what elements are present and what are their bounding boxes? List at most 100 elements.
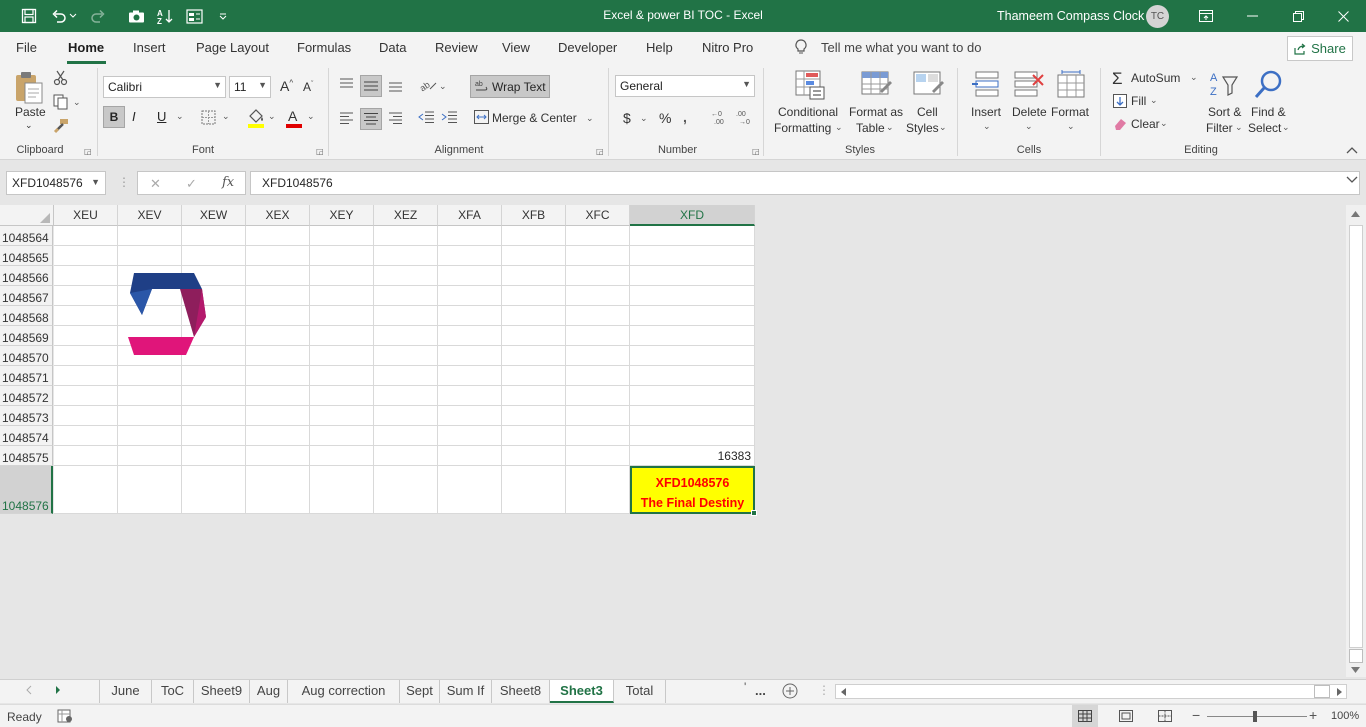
cell-xex1048565[interactable] (246, 246, 310, 266)
cell-xez1048569[interactable] (374, 326, 438, 346)
scroll-left-icon[interactable] (840, 687, 847, 697)
zoom-out-icon[interactable]: − (1192, 707, 1200, 723)
cell-xfa1048571[interactable] (438, 366, 502, 386)
cell-xfc1048568[interactable] (566, 306, 630, 326)
tab-review[interactable]: Review (435, 40, 478, 55)
number-format-box[interactable]: General ▼ (615, 75, 755, 97)
copy-icon[interactable] (53, 94, 69, 110)
cell-xey1048569[interactable] (310, 326, 374, 346)
cell-xfc1048573[interactable] (566, 406, 630, 426)
column-header-xfb[interactable]: XFB (502, 205, 566, 226)
borders-dropdown-icon[interactable]: ⌄ (222, 111, 230, 122)
decrease-decimal-icon[interactable]: .00 →0 (736, 109, 756, 125)
increase-decimal-icon[interactable]: ←0.00 (711, 109, 731, 125)
cell-xez1048576[interactable] (374, 466, 438, 514)
fill-color-icon[interactable] (247, 108, 265, 128)
cell-xeu1048575[interactable] (54, 446, 118, 466)
macro-record-icon[interactable] (57, 709, 73, 723)
comma-style-icon[interactable]: , (683, 109, 687, 125)
cell-xey1048573[interactable] (310, 406, 374, 426)
cell-xev1048573[interactable] (118, 406, 182, 426)
wrap-text-button[interactable]: ab Wrap Text (470, 75, 550, 98)
cell-xez1048564[interactable] (374, 226, 438, 246)
cell-xfd1048565[interactable] (630, 246, 755, 266)
insert-cells-icon[interactable] (972, 69, 1002, 101)
cell-xfb1048568[interactable] (502, 306, 566, 326)
cell-xew1048571[interactable] (182, 366, 246, 386)
fill-icon[interactable] (1113, 94, 1127, 108)
tab-home[interactable]: Home (68, 40, 104, 55)
row-header-1048571[interactable]: 1048571 (0, 366, 53, 386)
cell-xey1048568[interactable] (310, 306, 374, 326)
fill-handle[interactable] (751, 510, 757, 516)
find-select-icon[interactable] (1253, 69, 1285, 101)
enter-icon[interactable]: ✓ (186, 176, 197, 192)
tab-insert[interactable]: Insert (133, 40, 166, 55)
cell-xfa1048576[interactable] (438, 466, 502, 514)
cell-xey1048574[interactable] (310, 426, 374, 446)
formula-input[interactable]: XFD1048576 (250, 171, 1360, 195)
row-header-1048572[interactable]: 1048572 (0, 386, 53, 406)
autosum-label[interactable]: AutoSum (1131, 71, 1180, 85)
cell-xfb1048569[interactable] (502, 326, 566, 346)
top-align-icon[interactable] (339, 77, 354, 91)
cell-xev1048575[interactable] (118, 446, 182, 466)
cell-xfd1048566[interactable] (630, 266, 755, 286)
horizontal-splitter-icon[interactable]: ⋮ (818, 683, 830, 697)
cell-xfa1048566[interactable] (438, 266, 502, 286)
scroll-down-icon[interactable] (1350, 666, 1361, 674)
close-icon[interactable] (1320, 0, 1366, 32)
tab-view[interactable]: View (502, 40, 530, 55)
cell-xex1048572[interactable] (246, 386, 310, 406)
minimize-icon[interactable] (1229, 0, 1275, 32)
cell-xfa1048568[interactable] (438, 306, 502, 326)
cell-xev1048564[interactable] (118, 226, 182, 246)
cell-xfc1048572[interactable] (566, 386, 630, 406)
row-header-1048568[interactable]: 1048568 (0, 306, 53, 326)
currency-button[interactable]: $ (623, 110, 631, 126)
fill-label[interactable]: Fill (1131, 94, 1146, 108)
merge-center-icon[interactable] (474, 110, 489, 124)
bold-button[interactable]: B (103, 106, 125, 128)
cell-xfc1048575[interactable] (566, 446, 630, 466)
tab-nitro-pro[interactable]: Nitro Pro (702, 40, 753, 55)
conditional-formatting-dropdown-icon[interactable]: ⌄ (835, 122, 843, 133)
cell-xfd1048574[interactable] (630, 426, 755, 446)
cell-xfb1048565[interactable] (502, 246, 566, 266)
cell-xez1048568[interactable] (374, 306, 438, 326)
row-header-1048569[interactable]: 1048569 (0, 326, 53, 346)
row-header-1048567[interactable]: 1048567 (0, 286, 53, 306)
scroll-thumb[interactable] (1349, 649, 1363, 663)
normal-view-button[interactable] (1072, 705, 1098, 727)
paste-icon[interactable] (13, 70, 45, 106)
sort-filter-dropdown-icon[interactable]: ⌄ (1235, 122, 1243, 133)
share-button[interactable]: Share (1287, 36, 1353, 61)
column-header-xfc[interactable]: XFC (566, 205, 630, 226)
cell-xex1048566[interactable] (246, 266, 310, 286)
tab-file[interactable]: File (16, 40, 37, 55)
cell-xey1048576[interactable] (310, 466, 374, 514)
cell-xex1048569[interactable] (246, 326, 310, 346)
cell-xew1048574[interactable] (182, 426, 246, 446)
format-cells-icon[interactable] (1056, 69, 1086, 101)
cell-xfb1048574[interactable] (502, 426, 566, 446)
cell-xfa1048574[interactable] (438, 426, 502, 446)
row-header-1048573[interactable]: 1048573 (0, 406, 53, 426)
more-sheets-button[interactable]: ... (755, 683, 766, 698)
cell-xew1048564[interactable] (182, 226, 246, 246)
cell-xeu1048571[interactable] (54, 366, 118, 386)
cell-xfc1048576[interactable] (566, 466, 630, 514)
tell-me-search[interactable]: Tell me what you want to do (795, 39, 981, 55)
name-box[interactable]: XFD1048576 ▼ (6, 171, 106, 195)
font-color-icon[interactable]: A (286, 108, 302, 128)
zoom-slider[interactable] (1207, 716, 1307, 717)
underline-dropdown-icon[interactable]: ⌄ (176, 111, 184, 122)
cell-xex1048573[interactable] (246, 406, 310, 426)
row-header-1048565[interactable]: 1048565 (0, 246, 53, 266)
format-cells-label[interactable]: Format (1051, 105, 1089, 119)
horizontal-scroll-thumb[interactable] (1314, 685, 1330, 698)
row-header-1048564[interactable]: 1048564 (0, 226, 53, 246)
cell-xfc1048564[interactable] (566, 226, 630, 246)
cell-xfc1048574[interactable] (566, 426, 630, 446)
sheet-tab-sheet8[interactable]: Sheet8 (492, 680, 550, 703)
